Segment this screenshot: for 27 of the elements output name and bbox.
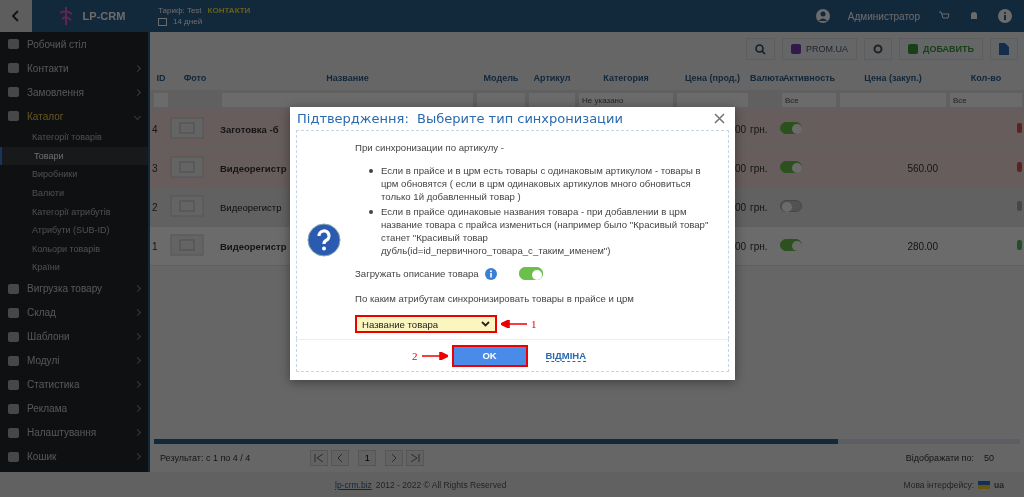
description-toggle-label: Загружать описание товара	[355, 267, 479, 281]
table-cell-text: 3	[152, 162, 159, 174]
table-cell: 280.00	[907, 240, 938, 252]
attributes-label: По каким атрибутам синхронизировать товары в прайсе и црм	[355, 292, 635, 306]
table-cell: 00	[734, 123, 746, 135]
annotation-number: 1	[531, 316, 537, 332]
per-page-label: Відображати по:	[905, 453, 974, 463]
table-cell-text: 1	[152, 240, 159, 252]
table-cell-text: грн.	[750, 240, 769, 252]
table-cell: 560.00	[907, 162, 938, 174]
annotation-number: 2	[412, 349, 418, 362]
table-cell-text: 2	[152, 201, 159, 213]
table-cell-text: грн.	[750, 201, 769, 213]
table-cell-text: 4	[152, 123, 159, 135]
bullet-text: Если в прайсе и в црм есть товары с одинаковым артикулом - товары в црм обновятся ( если в црм одинаковых артикулов много обновиться только 1й добавленный товар )	[381, 164, 702, 204]
table-cell: 00	[734, 240, 746, 252]
table-cell-text: грн.	[750, 123, 769, 135]
table-cell: 00	[734, 201, 746, 213]
table-cell-text: грн.	[750, 162, 769, 174]
dialog-title: Підтвердження: Выберите тип синхронизации	[297, 110, 623, 126]
intro-text: При синхронизации по артикулу -	[355, 140, 505, 154]
bullet-text: Если в прайсе одинаковые названия товара - при добавлении в црм название товара с прайса измениться (например было "Красивый товар" станет "Красивый товар дубль(id=id_первичного_товара_с_таким_именем")	[381, 205, 710, 258]
days-left: 14 дней	[173, 17, 203, 26]
logo-text: LP-CRM	[82, 10, 126, 22]
table-cell: 00	[734, 162, 746, 174]
result-count: Результат: с 1 по 4 / 4	[160, 453, 251, 463]
tariff-label: Тариф: Test	[158, 6, 202, 15]
